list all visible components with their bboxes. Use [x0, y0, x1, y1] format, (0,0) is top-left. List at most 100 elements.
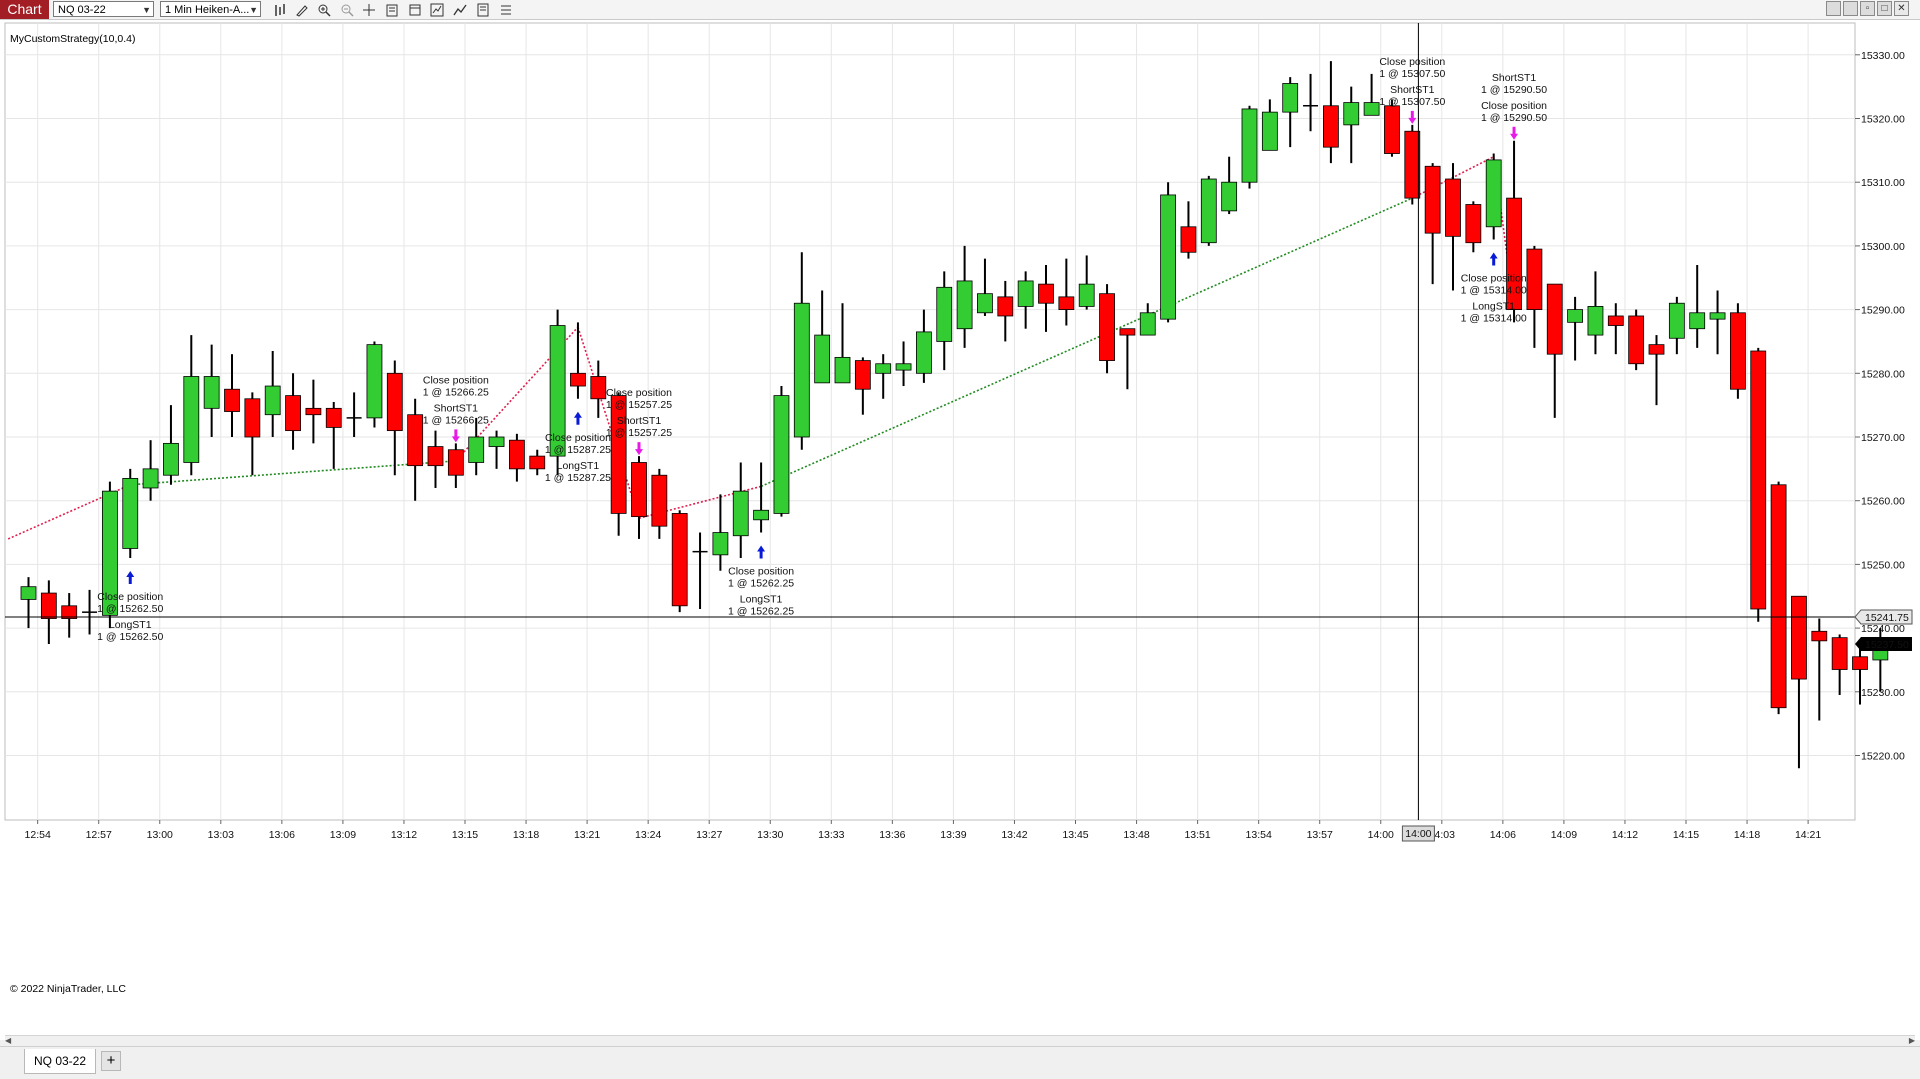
chart-window-tab[interactable]: Chart	[0, 0, 49, 19]
indicators-icon[interactable]	[428, 1, 446, 18]
execution-label: 1 @ 15257.25	[606, 427, 672, 439]
execution-label: ShortST1	[1492, 72, 1537, 84]
crosshair-icon[interactable]	[360, 1, 378, 18]
candle-body	[1261, 111, 1278, 151]
candle-body	[1811, 630, 1828, 642]
candle-body	[1384, 105, 1400, 154]
execution-label: 1 @ 15314.00	[1461, 313, 1527, 325]
add-tab-button[interactable]: +	[101, 1051, 121, 1071]
candle-body	[732, 490, 749, 537]
y-axis-tick-label: 15220.00	[1861, 751, 1905, 763]
x-axis-tick-label: 13:36	[879, 829, 905, 841]
close-button[interactable]: ✕	[1894, 1, 1909, 16]
candle-body	[1485, 159, 1502, 228]
bar-type-icon[interactable]	[271, 1, 289, 18]
candle-body	[671, 513, 688, 607]
y-axis-tick-label: 15320.00	[1861, 114, 1905, 126]
candle-body	[488, 436, 505, 447]
chevron-down-icon: ▼	[142, 5, 151, 15]
x-axis-tick-label: 12:54	[25, 829, 51, 841]
execution-label: 1 @ 15262.25	[728, 578, 794, 590]
list-icon[interactable]	[497, 1, 515, 18]
y-axis-tick-label: 15300.00	[1861, 241, 1905, 253]
x-axis-tick-label: 14:09	[1551, 829, 1577, 841]
instrument-tab[interactable]: NQ 03-22	[24, 1049, 96, 1074]
candle-body	[1668, 302, 1685, 339]
interval-selector[interactable]: 1 Min Heiken-A... ▼	[160, 1, 261, 17]
maximize-button[interactable]: ▫	[1860, 1, 1875, 16]
execution-label: LongST1	[1472, 301, 1515, 313]
execution-label: Close position	[1481, 100, 1547, 112]
execution-label: ShortST1	[434, 402, 479, 414]
x-axis-tick-label: 13:21	[574, 829, 600, 841]
zoom-out-icon[interactable]	[338, 1, 356, 18]
candle-body	[1343, 102, 1360, 126]
candle-body	[1730, 312, 1746, 390]
candle-body	[183, 376, 200, 463]
crosshair-time-label: 14:00	[1405, 828, 1431, 840]
y-axis-tick-label: 15240.00	[1861, 623, 1905, 635]
execution-label: 1 @ 15262.25	[728, 606, 794, 618]
candle-body	[1648, 344, 1665, 355]
candle-body	[1078, 283, 1095, 307]
candle-body	[1038, 283, 1054, 304]
candle-body	[1424, 165, 1441, 234]
zoom-in-icon[interactable]	[315, 1, 333, 18]
instrument-selector[interactable]: NQ 03-22 ▼	[53, 1, 154, 17]
candle-body	[285, 395, 301, 432]
candle-body	[1323, 105, 1339, 148]
candle-body	[1160, 194, 1176, 320]
execution-label: 1 @ 15287.25	[545, 472, 611, 484]
properties-icon[interactable]	[406, 1, 424, 18]
x-axis-tick-label: 13:06	[269, 829, 295, 841]
candle-body	[956, 280, 973, 330]
execution-label: Close position	[545, 432, 611, 444]
strategies-icon[interactable]	[451, 1, 469, 18]
templates-icon[interactable]	[474, 1, 492, 18]
x-axis-tick-label: 13:42	[1001, 829, 1027, 841]
execution-label: Close position	[606, 387, 672, 399]
candle-body	[1607, 315, 1624, 326]
maximize-button-2[interactable]: □	[1877, 1, 1892, 16]
execution-label: 1 @ 15290.50	[1481, 84, 1547, 96]
y-axis-tick-label: 15230.00	[1861, 687, 1905, 699]
candle-body	[1180, 226, 1197, 253]
execution-label: Close position	[1461, 273, 1527, 285]
restore-button[interactable]	[1843, 1, 1858, 16]
candle-body	[1689, 312, 1706, 330]
candle-body	[814, 334, 831, 384]
candle-body	[1139, 312, 1156, 336]
price-chart[interactable]: 15220.00 15230.00 15240.00 15250.00 15260.00…	[0, 20, 1920, 1040]
minimize-button[interactable]	[1826, 1, 1841, 16]
candle-body	[977, 293, 993, 314]
pencil-drawing-icon[interactable]	[293, 1, 311, 18]
execution-label: ShortST1	[1390, 84, 1435, 96]
candle-body	[1119, 328, 1136, 336]
candle-body	[793, 302, 810, 438]
candle-body	[1058, 296, 1075, 310]
x-axis-tick-label: 13:27	[696, 829, 722, 841]
x-axis-tick-label: 13:15	[452, 829, 478, 841]
x-axis-tick-label: 12:57	[86, 829, 112, 841]
x-axis-tick-label: 13:39	[940, 829, 966, 841]
candle-body	[895, 363, 912, 371]
candle-body	[1099, 293, 1115, 361]
scroll-right-icon[interactable]: ▶	[1909, 1036, 1915, 1045]
candle-body	[325, 407, 342, 428]
candle-body	[753, 509, 769, 521]
candle-body	[1465, 204, 1482, 244]
candle-body	[631, 462, 647, 518]
interval-selector-value: 1 Min Heiken-A...	[165, 4, 250, 16]
candle-body	[712, 532, 729, 556]
execution-label: 1 @ 15290.50	[1481, 112, 1547, 124]
x-axis-tick-label: 13:09	[330, 829, 356, 841]
candle-body	[1404, 130, 1421, 199]
chart-panel[interactable]: 15220.00 15230.00 15240.00 15250.00 15260.00…	[0, 20, 1920, 1040]
data-box-icon[interactable]	[383, 1, 401, 18]
candle-body	[854, 360, 871, 390]
execution-label: 1 @ 15307.50	[1379, 68, 1445, 80]
candle-body	[142, 468, 159, 489]
x-axis-tick-label: 13:45	[1062, 829, 1088, 841]
scroll-left-icon[interactable]: ◀	[5, 1036, 11, 1045]
horizontal-scrollbar[interactable]: ◀ ▶	[5, 1035, 1915, 1046]
